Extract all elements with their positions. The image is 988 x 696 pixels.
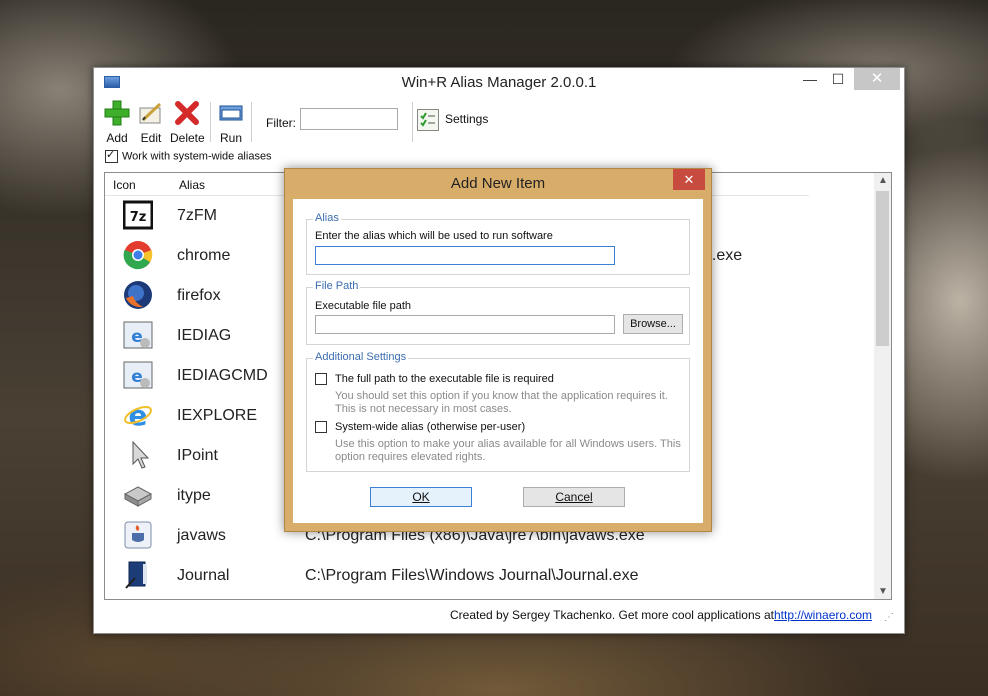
- alias-name: IPoint: [177, 447, 218, 464]
- pointer-icon: [132, 440, 150, 469]
- alias-name: javaws: [177, 527, 226, 544]
- browse-button[interactable]: Browse...: [623, 314, 683, 334]
- window-title: Win+R Alias Manager 2.0.0.1: [401, 74, 597, 91]
- alias-group-title: Alias: [313, 212, 341, 224]
- settings-button[interactable]: Settings: [417, 109, 488, 131]
- additional-settings-group: Additional Settings The full path to the…: [306, 351, 690, 472]
- ie-icon: e: [124, 400, 152, 430]
- checkbox-box[interactable]: [315, 421, 327, 434]
- column-header-alias[interactable]: Alias: [179, 178, 205, 192]
- alias-name: Journal: [177, 567, 230, 584]
- settings-checklist-icon: [417, 109, 439, 131]
- delete-button[interactable]: Delete: [170, 100, 205, 145]
- column-header-icon[interactable]: Icon: [113, 178, 136, 192]
- run-window-icon: [219, 105, 243, 121]
- chrome-icon: [123, 241, 153, 270]
- resize-grip-icon[interactable]: ⋰: [884, 612, 894, 623]
- title-bar[interactable]: Win+R Alias Manager 2.0.0.1 — ☐ ✕: [94, 68, 904, 98]
- edit-icon: [139, 102, 162, 124]
- file-path-label: Executable file path: [315, 300, 412, 312]
- alias-name: itype: [177, 487, 211, 504]
- run-label: Run: [219, 131, 242, 145]
- alias-name: IEDIAGCMD: [177, 367, 268, 384]
- cancel-label: Cancel: [555, 490, 593, 504]
- scroll-up-icon[interactable]: ▲: [878, 175, 888, 186]
- checkbox-box[interactable]: [315, 373, 327, 386]
- add-item-dialog: Add New Item ✕ Alias Enter the alias whi…: [284, 168, 712, 532]
- maximize-button[interactable]: ☐: [824, 68, 852, 90]
- alias-group: Alias Enter the alias which will be used…: [306, 212, 690, 275]
- edit-label: Edit: [140, 131, 162, 145]
- scrollbar-thumb[interactable]: [876, 191, 889, 346]
- add-button[interactable]: Add: [104, 100, 130, 145]
- system-wide-checkbox[interactable]: Work with system-wide aliases: [105, 148, 272, 163]
- settings-label: Settings: [445, 112, 489, 127]
- cancel-button[interactable]: Cancel: [523, 487, 625, 507]
- credits-text: Created by Sergey Tkachenko. Get more co…: [450, 608, 774, 622]
- run-button[interactable]: Run: [218, 100, 244, 145]
- add-label: Add: [106, 131, 128, 145]
- checkbox-box[interactable]: [105, 148, 118, 163]
- java-icon: [124, 521, 152, 549]
- toolbar-separator: [412, 102, 413, 142]
- keyboard-key-icon: [123, 486, 153, 507]
- toolbar-separator: [251, 102, 252, 142]
- filter-label: Filter:: [266, 116, 296, 130]
- toolbar: Add Edit Delete Run Filter: Settings: [94, 98, 904, 145]
- alias-name: IEXPLORE: [177, 407, 258, 424]
- full-path-required-label: The full path to the executable file is …: [335, 373, 554, 385]
- file-path-input[interactable]: [315, 315, 615, 334]
- website-link[interactable]: http://winaero.com: [774, 608, 872, 622]
- system-wide-alias-label: System-wide alias (otherwise per-user): [335, 421, 526, 433]
- ok-button[interactable]: OK: [370, 487, 472, 507]
- alias-name: 7zFM: [177, 207, 217, 224]
- file-path-group-title: File Path: [313, 280, 361, 292]
- system-wide-hint: Use this option to make your alias avail…: [335, 438, 681, 463]
- vertical-scrollbar[interactable]: ▲ ▼: [874, 173, 891, 599]
- toolbar-separator: [210, 102, 211, 142]
- alias-path: C:\Program Files\Windows Journal\Journal…: [305, 567, 639, 584]
- alias-name: firefox: [177, 287, 221, 304]
- alias-input[interactable]: [315, 246, 615, 265]
- delete-x-icon: [175, 101, 199, 125]
- list-item[interactable]: Journal C:\Program Files\Windows Journal…: [105, 556, 875, 596]
- scroll-down-icon[interactable]: ▼: [878, 586, 888, 597]
- edit-button[interactable]: Edit: [137, 100, 165, 145]
- close-button[interactable]: ✕: [854, 68, 900, 90]
- status-bar: Created by Sergey Tkachenko. Get more co…: [94, 602, 904, 628]
- svg-text:7z: 7z: [130, 210, 147, 225]
- filter-input[interactable]: [300, 108, 398, 130]
- system-wide-label: Work with system-wide aliases: [122, 150, 272, 163]
- minimize-button[interactable]: —: [796, 68, 824, 90]
- full-path-hint: You should set this option if you know t…: [335, 390, 668, 415]
- iediag-icon: e: [123, 321, 153, 349]
- firefox-icon: [124, 281, 152, 309]
- full-path-required-checkbox[interactable]: The full path to the executable file is …: [315, 373, 554, 386]
- dialog-body: Alias Enter the alias which will be used…: [293, 199, 703, 523]
- alias-name: IEDIAG: [177, 327, 232, 344]
- plus-icon: [104, 100, 130, 126]
- alias-name: chrome: [177, 247, 231, 264]
- additional-settings-title: Additional Settings: [313, 351, 409, 363]
- dialog-close-button[interactable]: ✕: [673, 169, 705, 190]
- 7zip-icon: 7z: [123, 200, 153, 230]
- journal-icon: [125, 561, 147, 589]
- system-wide-alias-checkbox[interactable]: System-wide alias (otherwise per-user): [315, 421, 526, 434]
- ok-label: OK: [412, 490, 430, 504]
- file-path-group: File Path Executable file path Browse...: [306, 280, 690, 345]
- alias-field-label: Enter the alias which will be used to ru…: [315, 230, 553, 242]
- dialog-title: Add New Item: [450, 175, 546, 192]
- iediagcmd-icon: e: [123, 361, 153, 389]
- delete-label: Delete: [170, 131, 205, 145]
- svg-text:e: e: [129, 400, 148, 430]
